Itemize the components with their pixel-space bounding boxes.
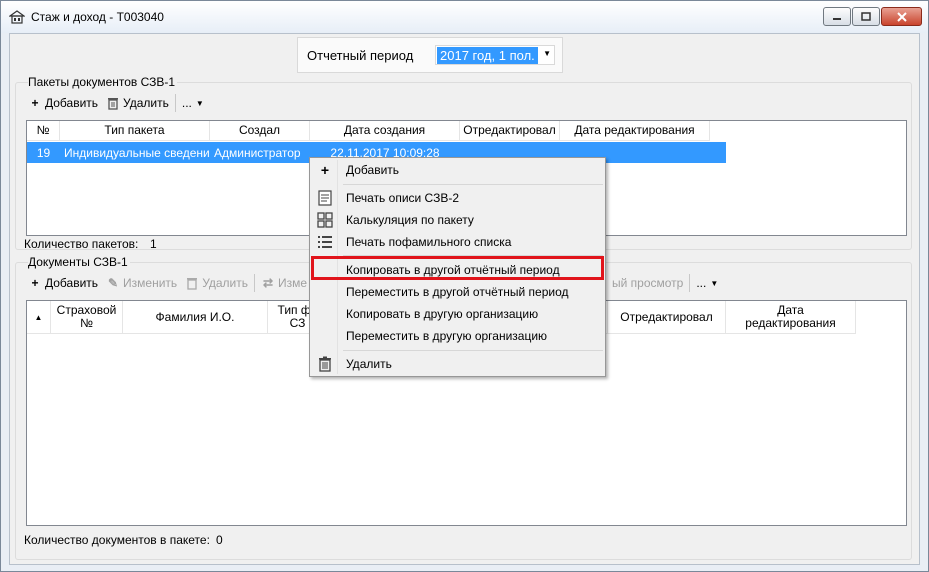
packages-count-label: Количество пакетов: [24, 237, 139, 251]
menu-item-label: Печать пофамильного списка [346, 235, 512, 249]
add-document-label: Добавить [45, 276, 99, 290]
documents-toolbar: + Добавить ✎ Изменить Удалить ⇄ Изме [24, 272, 311, 294]
preview-label: ый просмотр [612, 276, 684, 290]
cell-type: Индивидуальные сведения [64, 145, 210, 160]
menu-item-print-list[interactable]: Печать пофамильного списка [312, 231, 603, 253]
period-select[interactable]: 2017 год, 1 пол. ▼ [435, 45, 555, 65]
toolbar-separator [174, 94, 176, 112]
delete-package-label: Удалить [123, 96, 169, 110]
delete-package-button[interactable]: Удалить [102, 92, 173, 114]
packages-grid-header: № Тип пакета Создал Дата создания Отреда… [27, 121, 710, 141]
document-print-icon [318, 190, 332, 206]
calculator-icon [317, 212, 333, 228]
chevron-down-icon: ▼ [195, 98, 204, 108]
column-header-sort[interactable]: ▲ [27, 301, 51, 334]
plus-icon: + [31, 276, 39, 290]
period-panel: Отчетный период 2017 год, 1 пол. ▼ [297, 37, 563, 73]
period-label: Отчетный период [307, 48, 414, 63]
column-header-editor[interactable]: Отредактировал [460, 121, 560, 141]
documents-more-button[interactable]: ... ▼ [692, 272, 722, 294]
documents-count-label: Количество документов в пакете: [24, 533, 210, 547]
close-button[interactable] [881, 7, 922, 26]
packages-count-value: 1 [150, 237, 157, 251]
trash-icon [108, 98, 119, 110]
preview-button[interactable]: ый просмотр [608, 272, 687, 294]
add-package-label: Добавить [45, 96, 99, 110]
maximize-icon [861, 11, 871, 21]
minimize-button[interactable] [823, 7, 851, 26]
title-bar[interactable]: Стаж и доход - Т003040 [1, 1, 928, 33]
list-icon [318, 236, 332, 248]
plus-icon: + [31, 96, 39, 110]
menu-item-delete[interactable]: Удалить [312, 353, 603, 375]
trash-icon [319, 356, 331, 372]
add-document-button[interactable]: + Добавить [24, 272, 102, 294]
delete-document-label: Удалить [202, 276, 249, 290]
documents-more-label: ... [696, 276, 707, 290]
column-header-edited[interactable]: Дата редактирования [726, 301, 856, 334]
packages-caption: Пакеты документов СЗВ-1 [28, 75, 178, 89]
edit-document-label: Изменить [123, 276, 178, 290]
chevron-down-icon: ▼ [710, 278, 719, 288]
chevron-down-icon: ▼ [543, 49, 551, 58]
edit-document-button[interactable]: ✎ Изменить [102, 272, 181, 294]
documents-toolbar-right: ый просмотр ... ▼ [608, 272, 722, 294]
pencil-icon: ✎ [108, 276, 119, 290]
column-header-fullname[interactable]: Фамилия И.О. [123, 301, 268, 334]
menu-separator [343, 184, 603, 185]
building-icon [9, 10, 25, 24]
menu-item-print-inventory[interactable]: Печать описи СЗВ-2 [312, 187, 603, 209]
menu-item-label: Удалить [346, 357, 392, 371]
period-value: 2017 год, 1 пол. [437, 47, 538, 64]
column-header-num[interactable]: № [27, 121, 60, 141]
refresh-icon: ⇄ [262, 276, 274, 290]
column-header-creator[interactable]: Создал [210, 121, 310, 141]
highlight-annotation [311, 256, 604, 280]
menu-item-move-org[interactable]: Переместить в другую организацию [312, 325, 603, 347]
cell-num: 19 [36, 145, 51, 160]
menu-item-label: Калькуляция по пакету [346, 213, 474, 227]
menu-item-label: Переместить в другой отчётный период [346, 285, 569, 299]
close-icon [896, 11, 907, 22]
cell-creator: Администратор [214, 145, 301, 160]
menu-item-add[interactable]: + Добавить [312, 159, 603, 181]
column-header-created[interactable]: Дата создания [310, 121, 460, 141]
column-header-editor[interactable]: Отредактировал [608, 301, 726, 334]
column-header-insurance-num[interactable]: Страховой № [51, 301, 123, 334]
menu-separator [343, 350, 603, 351]
menu-item-copy-org[interactable]: Копировать в другую организацию [312, 303, 603, 325]
plus-icon: + [320, 162, 330, 178]
maximize-button[interactable] [852, 7, 880, 26]
packages-toolbar: + Добавить Удалить ... ▼ [24, 92, 208, 114]
delete-document-button[interactable]: Удалить [181, 272, 252, 294]
menu-item-calculation[interactable]: Калькуляция по пакету [312, 209, 603, 231]
toolbar-separator [689, 274, 691, 292]
sort-icon: ▲ [34, 312, 43, 322]
packages-more-button[interactable]: ... ▼ [178, 92, 208, 114]
menu-item-label: Переместить в другую организацию [346, 329, 548, 343]
packages-more-label: ... [181, 96, 192, 110]
menu-item-label: Печать описи СЗВ-2 [346, 191, 460, 205]
window-title: Стаж и доход - Т003040 [31, 10, 164, 24]
menu-item-label: Добавить [346, 163, 400, 177]
change-document-label: Изме [278, 276, 308, 290]
documents-count-value: 0 [216, 533, 223, 547]
documents-caption: Документы СЗВ-1 [28, 255, 130, 269]
toolbar-separator [254, 274, 256, 292]
column-header-type[interactable]: Тип пакета [60, 121, 210, 141]
add-package-button[interactable]: + Добавить [24, 92, 102, 114]
column-header-edited[interactable]: Дата редактирования [560, 121, 710, 141]
menu-item-label: Копировать в другую организацию [346, 307, 539, 321]
menu-item-move-period[interactable]: Переместить в другой отчётный период [312, 281, 603, 303]
change-document-button[interactable]: ⇄ Изме [257, 272, 311, 294]
minimize-icon [833, 17, 841, 20]
trash-icon [187, 278, 198, 290]
